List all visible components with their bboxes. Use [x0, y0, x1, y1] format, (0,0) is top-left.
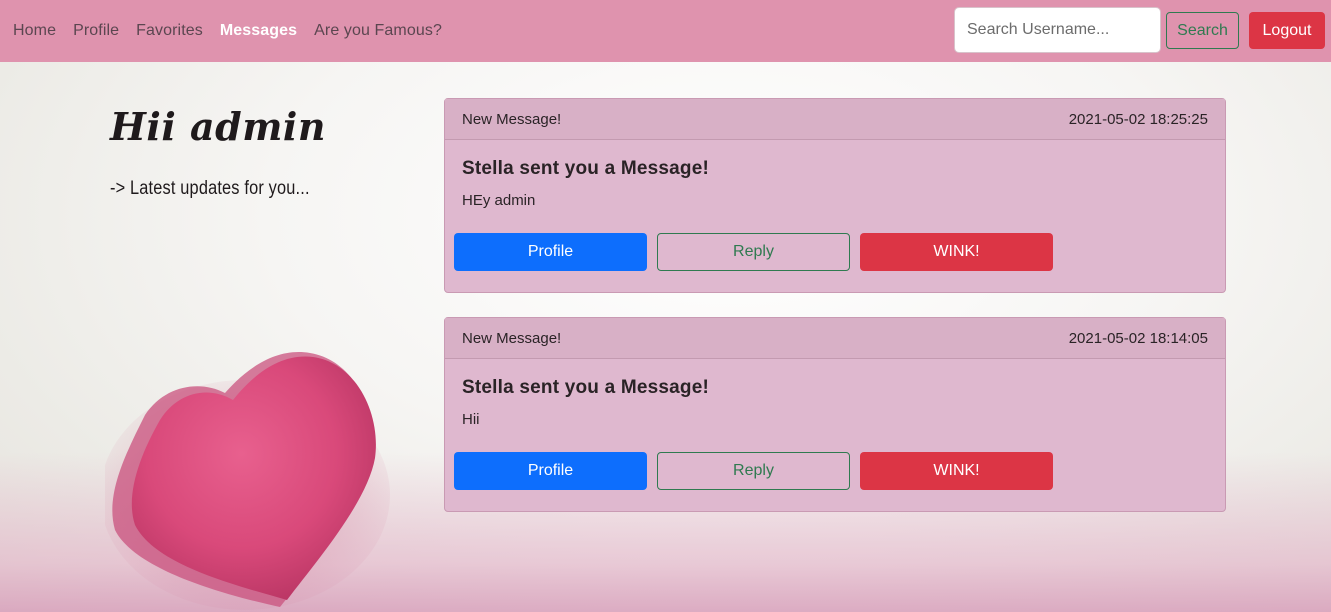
message-title: Stella sent you a Message!	[462, 377, 710, 398]
nav-link-profile[interactable]: Profile	[73, 22, 119, 40]
top-navbar: Home Profile Favorites Messages Are you …	[0, 0, 1331, 62]
message-timestamp: 2021-05-02 18:14:05	[1068, 329, 1208, 347]
nav-links: Home Profile Favorites Messages Are you …	[13, 22, 459, 40]
wink-button[interactable]: WINK!	[860, 233, 1053, 271]
message-header-label: New Message!	[462, 110, 562, 128]
message-timestamp: 2021-05-02 18:25:25	[1068, 110, 1208, 128]
message-header-label: New Message!	[462, 329, 562, 347]
profile-button[interactable]: Profile	[454, 452, 647, 490]
reply-button[interactable]: Reply	[657, 452, 850, 490]
message-text: Hii	[462, 411, 480, 428]
nav-link-home[interactable]: Home	[13, 22, 56, 40]
message-text: HEy admin	[462, 192, 536, 209]
reply-button[interactable]: Reply	[657, 233, 850, 271]
nav-link-messages[interactable]: Messages	[220, 22, 297, 40]
wink-button[interactable]: WINK!	[860, 452, 1053, 490]
message-card-header: New Message! 2021-05-02 18:25:25	[445, 99, 1225, 140]
profile-button[interactable]: Profile	[454, 233, 647, 271]
search-username-input[interactable]	[954, 7, 1161, 53]
search-button[interactable]: Search	[1166, 12, 1239, 49]
heart-icon	[105, 352, 390, 610]
greeting-heading: Hii admin	[110, 104, 326, 149]
message-title: Stella sent you a Message!	[462, 158, 710, 179]
message-card: New Message! 2021-05-02 18:25:25 Stella …	[444, 98, 1226, 293]
message-card: New Message! 2021-05-02 18:14:05 Stella …	[444, 317, 1226, 512]
nav-link-favorites[interactable]: Favorites	[136, 22, 203, 40]
latest-updates-subtitle: -> Latest updates for you...	[110, 178, 310, 199]
message-card-header: New Message! 2021-05-02 18:14:05	[445, 318, 1225, 359]
logout-button[interactable]: Logout	[1249, 12, 1325, 49]
nav-link-are-you-famous[interactable]: Are you Famous?	[314, 22, 442, 40]
